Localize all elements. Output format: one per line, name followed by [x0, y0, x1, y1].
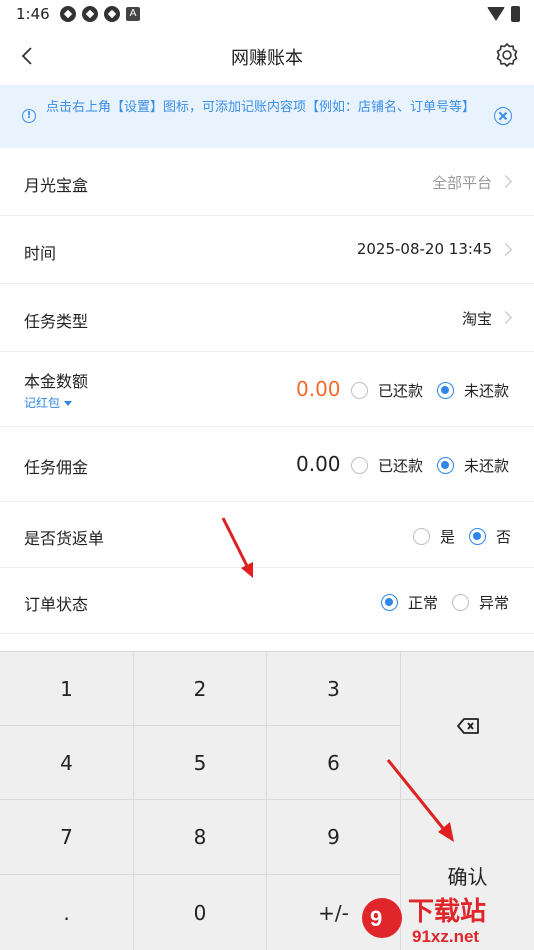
chevron-right-icon — [499, 311, 512, 324]
order-status-options: 正常 异常 — [381, 592, 523, 613]
row-task-type[interactable]: 任务类型 淘宝 — [0, 284, 534, 352]
radio-label: 已还款 — [378, 457, 424, 475]
radio-repaid[interactable] — [351, 382, 368, 399]
row-label: 时间 — [24, 244, 57, 263]
key-7[interactable]: 7 — [0, 800, 133, 874]
sub-link-label: 记红包 — [24, 396, 61, 410]
radio-label: 异常 — [479, 594, 510, 612]
row-label: 订单状态 — [24, 595, 89, 614]
watermark-url: 91xz.net — [412, 927, 479, 946]
record-red-packet-link[interactable]: 记红包 — [24, 394, 73, 411]
app-notification-icon — [82, 6, 98, 22]
info-icon: ! — [22, 109, 36, 123]
caret-down-icon — [64, 401, 73, 406]
key-9[interactable]: 9 — [267, 800, 400, 874]
svg-text:9: 9 — [370, 906, 382, 931]
radio-label: 未还款 — [464, 382, 510, 400]
tip-text: 点击右上角【设置】图标，可添加记账内容项【例如：店铺名、订单号等】 — [46, 100, 476, 115]
principal-amount[interactable]: 0.00 — [296, 377, 341, 401]
row-label: 任务类型 — [24, 312, 89, 331]
row-order-status: 订单状态 正常 异常 — [0, 568, 534, 634]
row-time[interactable]: 时间 2025-08-20 13:45 — [0, 216, 534, 284]
key-2[interactable]: 2 — [134, 652, 266, 725]
wifi-icon — [487, 7, 505, 21]
app-notification-icon — [104, 6, 120, 22]
key-5[interactable]: 5 — [134, 726, 266, 799]
key-8[interactable]: 8 — [134, 800, 266, 874]
row-principal: 本金数额 记红包 0.00 已还款 未还款 — [0, 352, 534, 427]
row-return-order: 是否货返单 是 否 — [0, 502, 534, 568]
radio-repaid[interactable] — [351, 457, 368, 474]
platform-value: 全部平台 — [431, 174, 492, 192]
notification-icons: A — [60, 6, 140, 22]
radio-normal[interactable] — [381, 594, 398, 611]
row-label: 任务佣金 — [24, 458, 89, 477]
radio-unrepaid[interactable] — [437, 457, 455, 474]
chevron-right-icon — [499, 243, 512, 256]
radio-label: 是 — [440, 528, 456, 546]
row-label: 本金数额 — [24, 372, 89, 391]
key-dot[interactable]: . — [0, 875, 133, 950]
gear-icon[interactable] — [494, 42, 520, 68]
radio-abnormal[interactable] — [452, 594, 470, 611]
backspace-key[interactable] — [401, 652, 534, 799]
time-value: 2025-08-20 13:45 — [356, 240, 492, 258]
radio-no[interactable] — [469, 528, 487, 545]
row-label: 是否货返单 — [24, 529, 105, 548]
key-3[interactable]: 3 — [267, 652, 400, 725]
tip-banner: ! 点击右上角【设置】图标，可添加记账内容项【例如：店铺名、订单号等】 — [0, 85, 534, 148]
nav-bar: 网赚账本 — [0, 28, 534, 84]
radio-label: 已还款 — [378, 382, 424, 400]
principal-repay-options: 已还款 未还款 — [351, 380, 523, 401]
key-0[interactable]: 0 — [134, 875, 266, 950]
radio-yes[interactable] — [413, 528, 430, 545]
battery-icon — [511, 6, 520, 22]
commission-amount[interactable]: 0.00 — [296, 452, 341, 476]
app-notification-icon — [60, 6, 76, 22]
key-1[interactable]: 1 — [0, 652, 133, 725]
row-label: 月光宝盒 — [24, 176, 89, 195]
status-time: 1:46 — [16, 5, 50, 23]
radio-unrepaid[interactable] — [437, 382, 455, 399]
key-4[interactable]: 4 — [0, 726, 133, 799]
radio-label: 未还款 — [464, 457, 510, 475]
row-platform[interactable]: 月光宝盒 全部平台 — [0, 148, 534, 216]
status-bar: 1:46 A — [0, 0, 534, 28]
watermark-logo: 9 下载站 91xz.net — [362, 897, 486, 946]
a-notification-icon: A — [126, 7, 140, 21]
key-6[interactable]: 6 — [267, 726, 400, 799]
system-icons — [487, 6, 520, 22]
return-order-options: 是 否 — [413, 526, 525, 547]
close-icon[interactable] — [494, 107, 512, 125]
task-type-value: 淘宝 — [461, 310, 492, 328]
backspace-icon — [456, 717, 479, 734]
watermark-text: 下载站 — [408, 897, 486, 927]
row-commission: 任务佣金 0.00 已还款 未还款 — [0, 427, 534, 502]
radio-label: 否 — [496, 528, 512, 546]
commission-repay-options: 已还款 未还款 — [351, 455, 523, 476]
page-title: 网赚账本 — [231, 48, 303, 69]
chevron-right-icon — [499, 175, 512, 188]
radio-label: 正常 — [408, 594, 439, 612]
